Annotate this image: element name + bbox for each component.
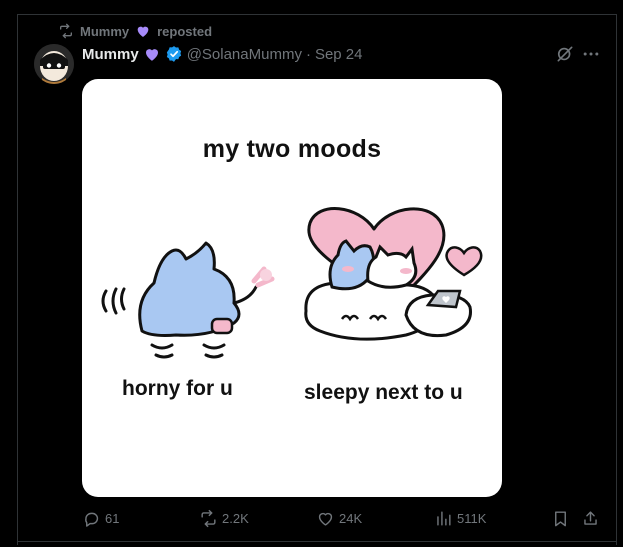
like-icon	[318, 512, 333, 526]
tweet-media[interactable]: my two moods horny for u sleepy next to …	[82, 79, 502, 497]
repost-button[interactable]: 2.2K	[199, 509, 249, 528]
like-button[interactable]: 24K	[316, 509, 362, 528]
repost-count: 2.2K	[222, 511, 249, 526]
share-icon	[584, 511, 597, 525]
cats-sleeping-illustration	[304, 207, 483, 341]
avatar[interactable]	[34, 44, 74, 84]
reply-button[interactable]: 61	[82, 509, 119, 528]
purple-heart-icon	[137, 26, 149, 37]
views-icon	[437, 511, 451, 526]
reply-count: 61	[105, 511, 120, 526]
bookmark-button[interactable]	[551, 509, 570, 528]
action-bar: 61 2.2K 24K 511K	[0, 509, 623, 531]
more-icon[interactable]	[580, 44, 602, 64]
repost-user[interactable]: Mummy	[80, 24, 129, 39]
repost-action: reposted	[157, 23, 213, 39]
divider	[17, 541, 616, 542]
purple-heart-icon	[145, 49, 158, 61]
verified-icon[interactable]	[165, 45, 183, 63]
handle[interactable]: @SolanaMummy	[187, 46, 302, 63]
reply-icon	[85, 512, 99, 527]
views-button[interactable]: 511K	[434, 509, 486, 528]
tweet-header: Mummy @SolanaMummy · Sep 24	[82, 44, 363, 64]
views-count: 511K	[457, 511, 487, 526]
display-name[interactable]: Mummy	[82, 46, 139, 63]
meme-title: my two moods	[202, 135, 382, 163]
retweet-icon	[60, 23, 72, 39]
caption-left: horny for u	[122, 377, 233, 400]
cat-dancing-illustration	[101, 241, 275, 359]
like-count: 24K	[339, 511, 363, 526]
avatar-image	[34, 44, 74, 84]
repost-context[interactable]: Mummy reposted	[58, 22, 212, 40]
share-button[interactable]	[581, 509, 600, 528]
caption-right: sleepy next to u	[304, 381, 463, 404]
separator: ·	[305, 45, 311, 63]
timestamp[interactable]: Sep 24	[315, 46, 363, 63]
grok-icon[interactable]	[555, 44, 575, 64]
retweet-icon	[201, 509, 216, 528]
bookmark-icon	[555, 511, 566, 527]
